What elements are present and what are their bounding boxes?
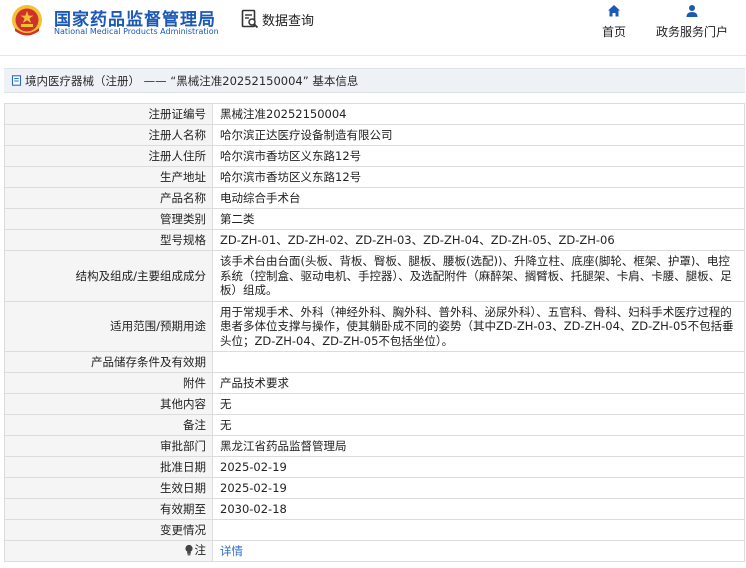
table-row: 型号规格 ZD-ZH-01、ZD-ZH-02、ZD-ZH-03、ZD-ZH-04… <box>4 229 745 251</box>
nav-gov-service[interactable]: 政务服务门户 <box>656 4 728 40</box>
lightbulb-icon <box>184 544 193 556</box>
breadcrumb-text: 境内医疗器械（注册） —— “黑械注准20252150004” 基本信息 <box>25 73 359 88</box>
nav-gov-service-label: 政务服务门户 <box>656 25 729 39</box>
row-key: 备注 <box>4 414 213 436</box>
row-key: 变更情况 <box>4 519 213 541</box>
row-key: 适用范围/预期用途 <box>4 300 213 352</box>
table-row: 结构及组成/主要组成成分 该手术台由台面(头板、背板、臀板、腿板、腰板(选配))… <box>4 250 745 302</box>
note-key: 注 <box>184 543 207 557</box>
row-key: 注册人住所 <box>4 145 213 167</box>
row-key: 审批部门 <box>4 435 213 457</box>
table-row: 产品储存条件及有效期 <box>4 351 745 373</box>
row-key: 附件 <box>4 372 213 394</box>
row-key: 注册人名称 <box>4 124 213 146</box>
table-row: 变更情况 <box>4 519 745 541</box>
table-row: 有效期至 2030-02-18 <box>4 498 745 520</box>
table-row: 产品名称 电动综合手术台 <box>4 187 745 209</box>
row-value <box>212 519 745 541</box>
row-value <box>212 351 745 373</box>
table-row: 生效日期 2025-02-19 <box>4 477 745 499</box>
note-key-label: 注 <box>194 543 207 557</box>
row-key: 注册证编号 <box>4 103 213 125</box>
user-icon <box>686 5 698 17</box>
note-value-cell: 详情 <box>212 540 745 562</box>
document-icon <box>11 75 22 86</box>
row-key: 结构及组成/主要组成成分 <box>4 250 213 302</box>
table-row: 审批部门 黑龙江省药品监督管理局 <box>4 435 745 457</box>
row-value: 第二类 <box>212 208 745 230</box>
nav-home[interactable]: 首页 <box>602 4 626 40</box>
row-value: 黑龙江省药品监督管理局 <box>212 435 745 457</box>
row-value: 用于常规手术、外科（神经外科、胸外科、普外科、泌尿外科）、五官科、骨科、妇科手术… <box>212 300 745 352</box>
details-link[interactable]: 详情 <box>220 544 243 558</box>
nav-home-label: 首页 <box>602 25 627 39</box>
row-key: 生产地址 <box>4 166 213 188</box>
row-key: 型号规格 <box>4 229 213 251</box>
breadcrumb: 境内医疗器械（注册） —— “黑械注准20252150004” 基本信息 <box>4 68 745 93</box>
national-emblem-icon[interactable] <box>10 4 44 38</box>
table-row: 注册人住所 哈尔滨市香坊区义东路12号 <box>4 145 745 167</box>
table-row: 批准日期 2025-02-19 <box>4 456 745 478</box>
table-row-note: 注 详情 <box>4 540 745 562</box>
row-key: 其他内容 <box>4 393 213 415</box>
info-table: 注册证编号 黑械注准20252150004 注册人名称 哈尔滨正达医疗设备制造有… <box>4 103 745 562</box>
data-query-link[interactable]: 数据查询 <box>241 8 314 30</box>
site-header: 国家药品监督管理局 National Medical Products Admi… <box>0 0 746 56</box>
row-key: 有效期至 <box>4 498 213 520</box>
row-value: 电动综合手术台 <box>212 187 745 209</box>
row-value: 哈尔滨市香坊区义东路12号 <box>212 145 745 167</box>
row-value: 哈尔滨正达医疗设备制造有限公司 <box>212 124 745 146</box>
table-row: 附件 产品技术要求 <box>4 372 745 394</box>
document-search-icon <box>241 9 259 29</box>
home-icon <box>608 5 620 17</box>
row-value: 2030-02-18 <box>212 498 745 520</box>
row-key: 管理类别 <box>4 208 213 230</box>
row-key: 批准日期 <box>4 456 213 478</box>
table-row: 适用范围/预期用途 用于常规手术、外科（神经外科、胸外科、普外科、泌尿外科）、五… <box>4 300 745 352</box>
row-value: 该手术台由台面(头板、背板、臀板、腿板、腰板(选配))、升降立柱、底座(脚轮、框… <box>212 250 745 302</box>
row-value: 黑械注准20252150004 <box>212 103 745 125</box>
data-query-label: 数据查询 <box>262 13 315 29</box>
site-subtitle: National Medical Products Administration <box>54 27 219 36</box>
row-value: 产品技术要求 <box>212 372 745 394</box>
row-key: 产品名称 <box>4 187 213 209</box>
row-value: 2025-02-19 <box>212 456 745 478</box>
table-row: 管理类别 第二类 <box>4 208 745 230</box>
note-key-cell: 注 <box>4 540 213 562</box>
table-row: 注册人名称 哈尔滨正达医疗设备制造有限公司 <box>4 124 745 146</box>
row-value: 无 <box>212 414 745 436</box>
row-value: ZD-ZH-01、ZD-ZH-02、ZD-ZH-03、ZD-ZH-04、ZD-Z… <box>212 229 745 251</box>
row-key: 生效日期 <box>4 477 213 499</box>
row-value: 哈尔滨市香坊区义东路12号 <box>212 166 745 188</box>
table-row: 注册证编号 黑械注准20252150004 <box>4 103 745 125</box>
table-row: 生产地址 哈尔滨市香坊区义东路12号 <box>4 166 745 188</box>
row-value: 2025-02-19 <box>212 477 745 499</box>
table-row: 其他内容 无 <box>4 393 745 415</box>
row-value: 无 <box>212 393 745 415</box>
table-row: 备注 无 <box>4 414 745 436</box>
row-key: 产品储存条件及有效期 <box>4 351 213 373</box>
